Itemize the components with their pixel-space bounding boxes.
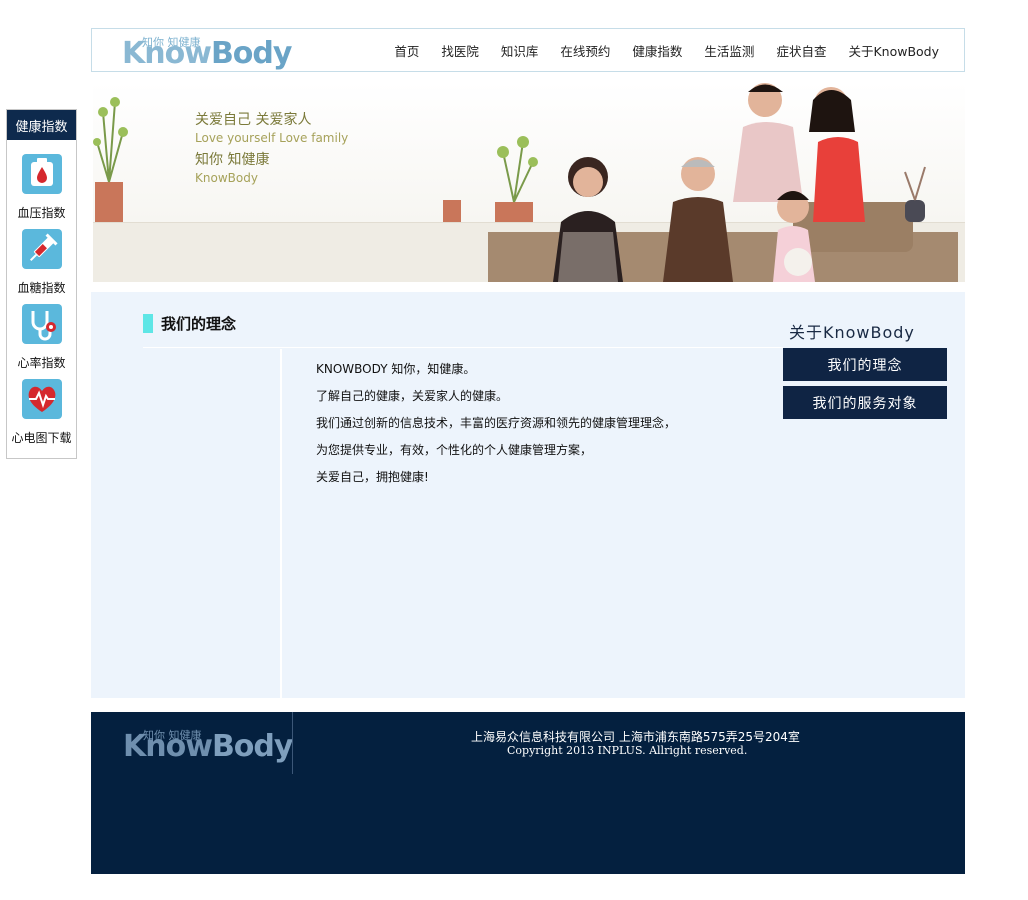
nav-online-booking[interactable]: 在线预约 [560,41,610,60]
heading-accent-bar [143,314,153,333]
nav-health-index[interactable]: 健康指数 [632,41,682,60]
hero-banner: 关爱自己 关爱家人 Love yourself Love family 知你 知… [93,82,965,282]
side-item-ecg-download[interactable]: 心电图下载 [7,365,76,445]
nav-about[interactable]: 关于KnowBody [848,41,939,60]
ecg-heart-icon[interactable] [22,379,62,419]
footer-logo-body: Body [211,729,294,764]
nav-knowledge-base[interactable]: 知识库 [501,41,539,60]
nav-home[interactable]: 首页 [394,41,419,60]
section-title: 我们的理念 [161,315,237,333]
blood-drop-icon[interactable] [22,154,62,194]
philosophy-line: 了解自己的健康，关爱家人的健康。 [316,389,509,403]
company-address: 上海易众信息科技有限公司 上海市浦东南路575弄25号204室 [471,730,800,744]
nav-symptom-check[interactable]: 症状自查 [776,41,826,60]
philosophy-line: 为您提供专业，有效，个性化的个人健康管理方案， [316,443,593,457]
site-header: 知你 知健康 KnowBody 首页 找医院 知识库 在线预约 健康指数 生活监… [91,28,965,72]
footer-divider [292,712,293,774]
philosophy-line: 我们通过创新的信息技术，丰富的医疗资源和领先的健康管理理念， [316,416,677,430]
nav-find-hospital[interactable]: 找医院 [441,41,479,60]
left-column-divider [280,349,282,698]
our-philosophy-button[interactable]: 我们的理念 [783,348,947,381]
philosophy-line: 关爱自己，拥抱健康! [316,470,429,484]
side-item-label: 心电图下载 [11,431,72,445]
side-item-blood-sugar[interactable]: 血糖指数 [7,215,76,295]
footer-logo-know: Know [123,729,213,764]
section-heading: 我们的理念 [143,313,236,334]
section-divider [143,347,783,348]
health-index-title: 健康指数 [7,110,76,140]
stethoscope-icon[interactable] [22,304,62,344]
family-photo [93,83,958,282]
logo-wordmark: KnowBody [122,36,293,71]
philosophy-line: KNOWBODY 知你，知健康。 [316,362,476,376]
nav-life-monitoring[interactable]: 生活监测 [704,41,754,60]
site-footer: 知你 知健康 KnowBody 上海易众信息科技有限公司 上海市浦东南路575弄… [91,712,965,874]
knowbody-logo[interactable]: 知你 知健康 KnowBody [120,32,292,71]
main-nav: 首页 找医院 知识库 在线预约 健康指数 生活监测 症状自查 关于KnowBod… [372,29,939,71]
logo-know: Know [122,36,212,71]
about-heading: 关于KnowBody [789,323,915,342]
footer-logo-wordmark: KnowBody [123,729,294,764]
syringe-icon[interactable] [22,229,62,269]
philosophy-text: KNOWBODY 知你，知健康。 了解自己的健康，关爱家人的健康。 我们通过创新… [316,356,676,491]
service-targets-button[interactable]: 我们的服务对象 [783,386,947,419]
footer-logo: 知你 知健康 KnowBody [121,725,293,765]
health-index-panel: 健康指数 血压指数 血糖指数 心率指数 心电图下载 [6,109,77,459]
side-item-heart-rate[interactable]: 心率指数 [7,290,76,370]
side-item-blood-pressure[interactable]: 血压指数 [7,140,76,220]
logo-body: Body [210,36,293,71]
content-area: 我们的理念 KNOWBODY 知你，知健康。 了解自己的健康，关爱家人的健康。 … [91,292,965,698]
copyright-text: Copyright 2013 INPLUS. Allright reserved… [507,744,748,757]
